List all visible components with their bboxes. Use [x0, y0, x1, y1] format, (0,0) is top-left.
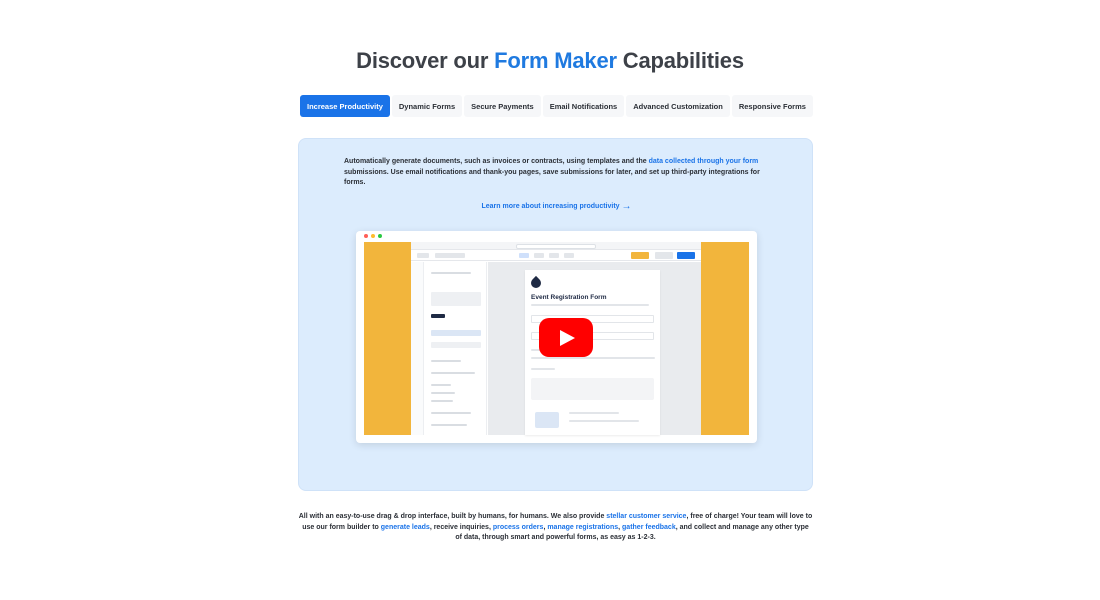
url-bar [516, 243, 596, 249]
close-dot-icon [364, 234, 368, 238]
tab-secure-payments[interactable]: Secure Payments [464, 95, 541, 117]
form-product-line-2 [569, 420, 639, 422]
form-upload-label [531, 368, 555, 370]
video-player[interactable]: Event Registration Form [356, 231, 757, 443]
process-orders-link[interactable]: process orders [493, 524, 544, 531]
settings-line [431, 272, 471, 274]
settings-line-5 [431, 392, 455, 394]
nav-tab-create [519, 253, 529, 258]
page-title: Discover our Form Maker Capabilities [0, 48, 1100, 74]
form-product-image [535, 412, 559, 428]
nav-form-name [435, 253, 465, 258]
youtube-play-icon[interactable] [539, 318, 593, 357]
form-logo-icon [528, 275, 544, 291]
description-text: Automatically generate documents, such a… [344, 158, 649, 165]
settings-line-2 [431, 360, 461, 362]
form-product-line [569, 412, 619, 414]
browser-bar [411, 242, 701, 250]
settings-swatch [431, 314, 445, 318]
builder-nav [411, 250, 701, 261]
nav-preview-button [655, 252, 673, 259]
nav-tab-publish [549, 253, 559, 258]
nav-upgrade-button [631, 252, 649, 259]
description-text-2: submissions. Use email notifications and… [344, 168, 760, 187]
data-collected-link[interactable]: data collected through your form [649, 158, 759, 165]
tab-dynamic-forms[interactable]: Dynamic Forms [391, 95, 463, 117]
tab-responsive-forms[interactable]: Responsive Forms [731, 95, 813, 117]
settings-line-3 [431, 372, 475, 374]
gather-feedback-link[interactable]: gather feedback [622, 524, 676, 531]
feature-tabs: Increase Productivity Dynamic Forms Secu… [300, 95, 813, 119]
nav-tab-setup [534, 253, 544, 258]
customer-service-link[interactable]: stellar customer service [606, 513, 686, 520]
builder-canvas: Event Registration Form [488, 262, 701, 435]
video-thumbnail: Event Registration Form [364, 242, 749, 435]
nav-tab-results [564, 253, 574, 258]
settings-block [431, 292, 481, 306]
manage-registrations-link[interactable]: manage registrations [547, 524, 618, 531]
tab-email-notifications[interactable]: Email Notifications [542, 95, 625, 117]
settings-line-6 [431, 400, 453, 402]
maximize-dot-icon [378, 234, 382, 238]
builder-rail [411, 262, 424, 435]
settings-line-8 [431, 424, 467, 426]
arrow-right-icon: → [621, 201, 632, 212]
generate-leads-link[interactable]: generate leads [381, 524, 430, 531]
form-title: Event Registration Form [531, 294, 607, 301]
settings-button-2 [431, 342, 481, 348]
tab-increase-productivity[interactable]: Increase Productivity [300, 95, 390, 117]
form-subtitle-line [531, 304, 649, 306]
nav-publish-button [677, 252, 695, 259]
settings-button [431, 330, 481, 336]
feature-description: Automatically generate documents, such a… [344, 157, 764, 189]
tab-advanced-customization[interactable]: Advanced Customization [626, 95, 730, 117]
feature-panel: Automatically generate documents, such a… [298, 138, 813, 491]
footer-text-3: , receive inquiries, [429, 523, 493, 531]
nav-logo [417, 253, 429, 258]
title-accent: Form Maker [494, 48, 617, 73]
settings-line-4 [431, 384, 451, 386]
minimize-dot-icon [371, 234, 375, 238]
footer-text-1: All with an easy-to-use drag & drop inte… [298, 513, 607, 520]
window-controls [356, 231, 757, 241]
learn-more-label: Learn more about increasing productivity [481, 203, 620, 210]
learn-more-link[interactable]: Learn more about increasing productivity… [299, 201, 814, 212]
settings-line-7 [431, 412, 471, 414]
footer-description: All with an easy-to-use drag & drop inte… [298, 512, 813, 544]
form-options-line [531, 357, 655, 359]
title-part-1: Discover our [356, 48, 495, 73]
title-part-2: Capabilities [616, 48, 744, 73]
builder-settings-panel [425, 262, 487, 435]
form-file-dropzone [531, 378, 654, 400]
